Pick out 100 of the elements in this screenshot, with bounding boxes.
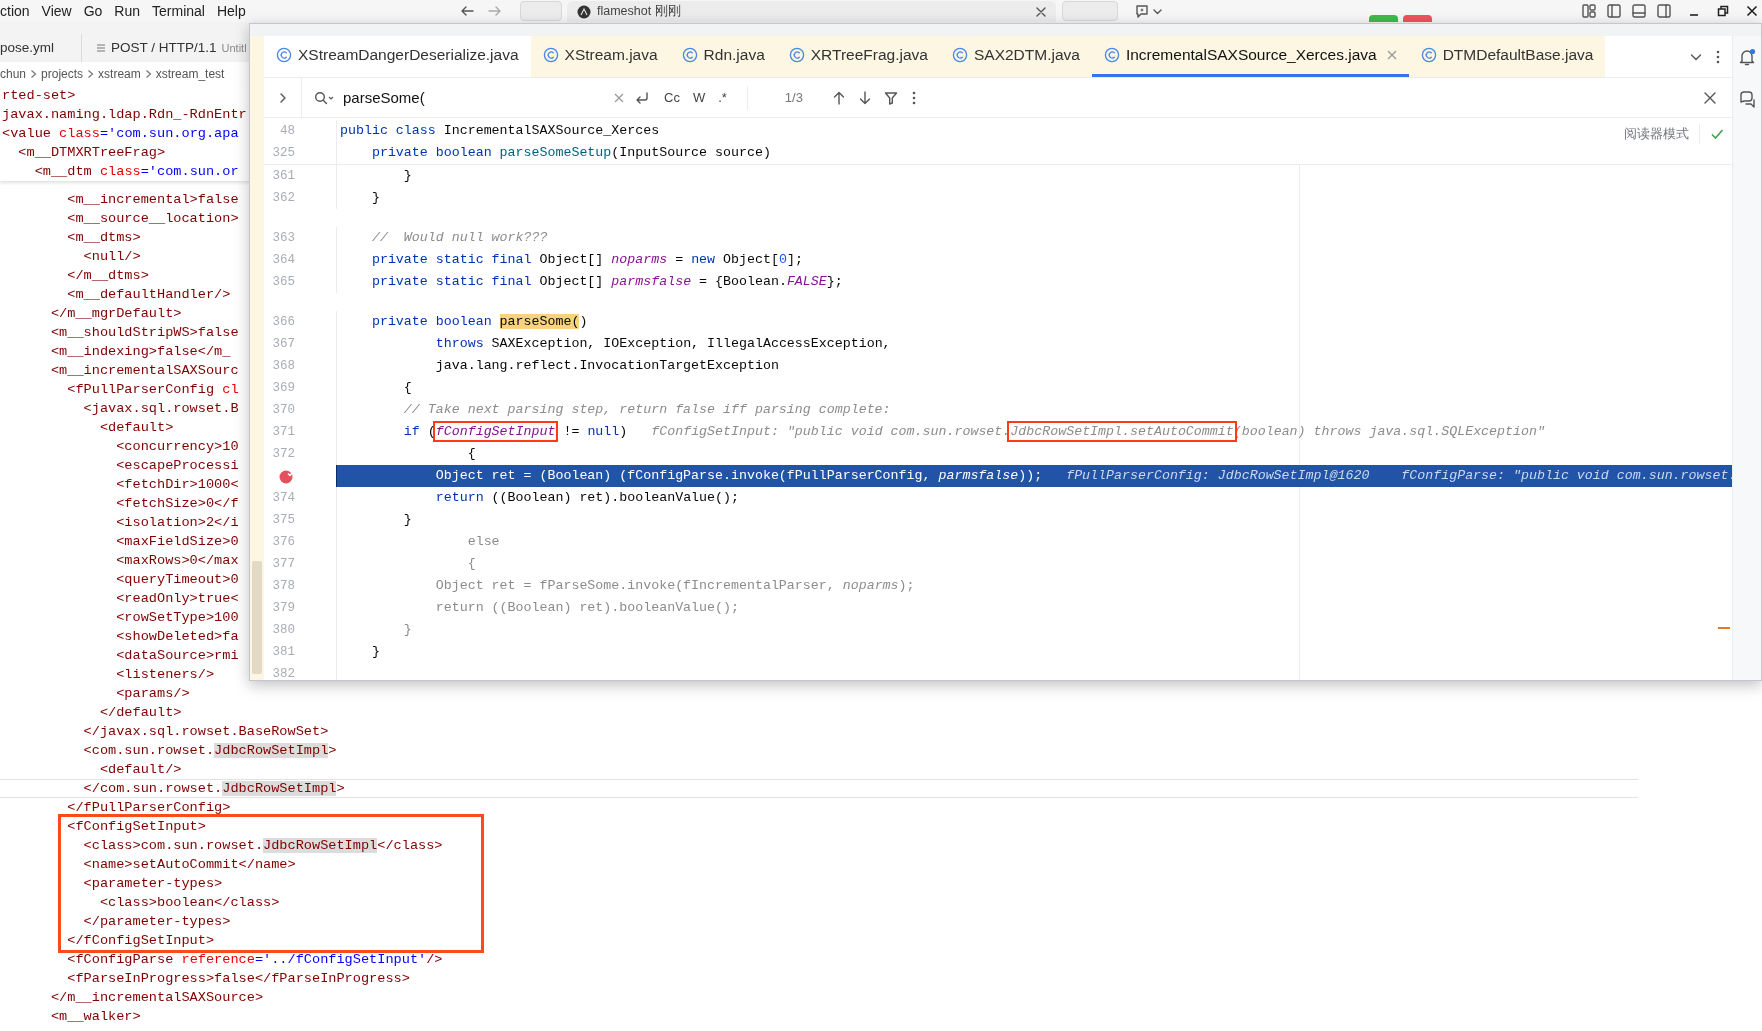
chat-icon[interactable]	[1738, 90, 1756, 108]
search-option-toggle[interactable]: W	[688, 87, 710, 108]
code-line: if (fConfigSetInput != null) fConfigSetInput: "public void com.sun.rowset.JdbcRowSetImpl.setAutoCommit(boolean) throws java.sql.SQLException"	[336, 421, 1732, 443]
code-line: <m__indexing>false</m_	[49, 343, 231, 361]
code-line: </m__mgrDefault>	[49, 305, 182, 323]
menu-item[interactable]: ction	[0, 0, 30, 22]
line-number: 364	[272, 251, 295, 269]
arrow-down-icon[interactable]	[858, 90, 871, 105]
sidebar-right-icon[interactable]	[1657, 4, 1671, 18]
line-number: 48	[280, 122, 295, 140]
line-number: 365	[272, 273, 295, 291]
class-icon	[542, 47, 559, 63]
code-line: <maxRows>0</max	[115, 552, 239, 570]
more-icon[interactable]	[911, 90, 916, 105]
close-icon[interactable]	[1704, 91, 1716, 104]
status-indicator	[1403, 15, 1432, 22]
reader-mode-link[interactable]: 阅读器模式	[1624, 124, 1689, 144]
file-tab[interactable]: IncrementalSAXSource_Xerces.java	[1091, 36, 1409, 77]
enter-arrow-icon[interactable]	[634, 90, 650, 105]
sidebar-left-icon[interactable]	[1607, 4, 1621, 18]
filter-icon[interactable]	[883, 90, 898, 105]
class-icon	[681, 47, 698, 63]
code-line: </m__incrementalSAXSource>	[49, 989, 264, 1007]
app-icon	[577, 4, 591, 19]
breadcrumb-item[interactable]: xstream	[98, 65, 141, 83]
editor-tab[interactable]: POST / HTTP/1.1 Untitl	[82, 34, 259, 62]
editor-tab[interactable]: pose.yml	[0, 34, 82, 62]
breadcrumb-item[interactable]: xstream_test	[155, 65, 225, 83]
scrollbar-thumb[interactable]	[252, 561, 262, 674]
code-line: </com.sun.rowset.JdbcRowSetImpl>	[0, 779, 1638, 798]
code-line: <listeners/>	[115, 666, 215, 684]
line-number: 370	[272, 401, 295, 419]
line-number: 381	[272, 643, 295, 661]
line-number: 368	[272, 357, 295, 375]
code-line: <javax.sql.rowset.B	[82, 400, 239, 418]
menu-item[interactable]: Help	[216, 0, 246, 22]
file-tab[interactable]: XStream.java	[530, 36, 670, 77]
list-icon	[96, 43, 106, 53]
menu-item[interactable]: View	[41, 0, 72, 22]
menu-item[interactable]: Run	[114, 0, 141, 22]
line-number: 375	[272, 511, 295, 529]
code-line: <maxFieldSize>0	[115, 533, 239, 551]
line-number: 361	[272, 167, 295, 185]
error-stripe-mark	[1718, 627, 1730, 629]
menu-item[interactable]: Go	[83, 0, 103, 22]
code-line: private boolean parseSome()	[336, 311, 1732, 333]
code-line: <showDeleted>fa	[115, 628, 239, 646]
code-line: <params/>	[115, 685, 190, 703]
restore-icon[interactable]	[1717, 5, 1729, 17]
code-line: <escapeProcessi	[115, 457, 239, 475]
file-tab[interactable]: XRTreeFrag.java	[776, 36, 940, 77]
code-line: <name>setAutoCommit</name>	[82, 856, 296, 874]
close-icon[interactable]	[1036, 6, 1046, 17]
arrow-up-icon[interactable]	[832, 90, 845, 105]
code-line: <rowSetType>100	[115, 609, 239, 627]
breadcrumb-item[interactable]: chun	[0, 65, 27, 83]
code-line: <fParseInProgress>false</fParseInProgress>	[66, 970, 410, 988]
line-number: 374	[272, 489, 295, 507]
code-line: <m__defaultHandler/>	[66, 286, 231, 304]
file-tab[interactable]: SAX2DTM.java	[939, 36, 1092, 77]
notification-tab[interactable]: flameshot 刚刚	[567, 1, 1056, 22]
close-icon[interactable]	[1746, 5, 1758, 17]
code-line: <m__source__location>	[66, 210, 239, 228]
code-line: <m__incrementalSAXSourc	[49, 362, 239, 380]
line-number: 376	[272, 533, 295, 551]
code-line: <m__dtms>	[66, 229, 141, 247]
search-option-toggle[interactable]: Cc	[660, 87, 684, 108]
line-number: 369	[272, 379, 295, 397]
code-line: <fetchDir>1000<	[115, 476, 239, 494]
code-line: <m__walker>	[49, 1008, 141, 1026]
line-number: 378	[272, 577, 295, 595]
more-icon[interactable]	[1716, 49, 1720, 64]
file-tab[interactable]: DTMDefaultBase.java	[1408, 36, 1606, 77]
class-icon	[276, 47, 292, 63]
chevron-right-icon[interactable]	[278, 91, 287, 104]
notification-text: flameshot 刚刚	[597, 3, 681, 21]
back-arrow-icon[interactable]	[460, 4, 474, 18]
breakpoint-icon[interactable]	[279, 468, 294, 484]
line-number: 325	[272, 144, 295, 162]
search-option-toggle[interactable]: .*	[714, 87, 731, 108]
breadcrumb-item[interactable]: projects	[41, 65, 84, 83]
code-line: <fConfigParse reference='../fConfigSetInput'/>	[66, 951, 443, 969]
bell-icon[interactable]	[1738, 48, 1756, 66]
layout-icon[interactable]	[1582, 4, 1596, 18]
search-field[interactable]: parseSome(	[343, 84, 605, 111]
panel-bottom-icon[interactable]	[1632, 4, 1646, 18]
menu-item[interactable]: Terminal	[152, 0, 205, 22]
clear-icon[interactable]	[614, 92, 624, 103]
code-line: <m__shouldStripWS>false	[49, 324, 239, 342]
code-line: <com.sun.rowset.JdbcRowSetImpl>	[82, 742, 337, 760]
code-line: <m__incremental>false	[66, 191, 239, 209]
code-line: <class>com.sun.rowset.JdbcRowSetImpl</class>	[82, 837, 443, 855]
chevron-right-icon	[144, 69, 152, 79]
status-indicator	[1369, 15, 1398, 22]
code-line: <fetchSize>0</f	[115, 495, 239, 513]
code-line: <readOnly>true<	[115, 590, 239, 608]
code-line: </javax.sql.rowset.BaseRowSet>	[82, 723, 329, 741]
code-line: <dataSource>rmi	[115, 647, 239, 665]
code-line: <queryTimeout>0	[115, 571, 239, 589]
file-tab[interactable]: Rdn.java	[669, 36, 777, 77]
